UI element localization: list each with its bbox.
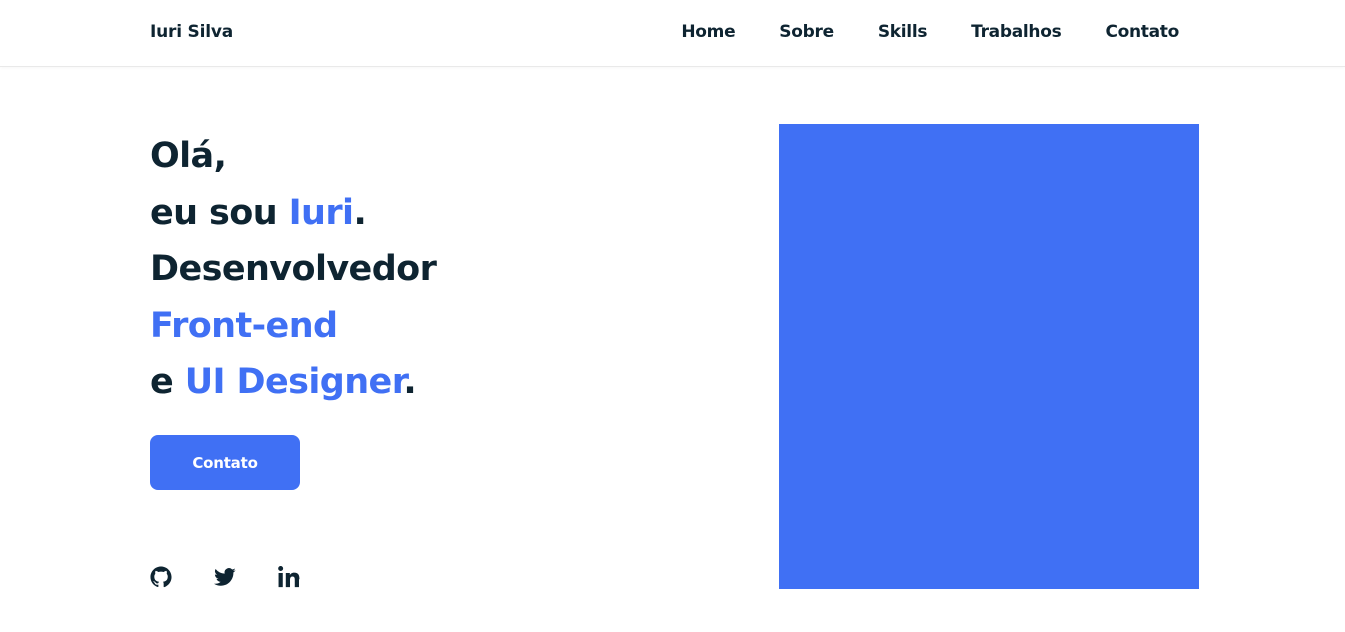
nav-item-trabalhos: Trabalhos	[971, 22, 1062, 42]
hero-intro-suffix: .	[353, 192, 367, 233]
hero-intro-prefix: eu sou	[150, 192, 289, 233]
nav-link-trabalhos[interactable]: Trabalhos	[971, 22, 1062, 42]
hero-greeting: Olá,	[150, 136, 227, 176]
nav-item-home: Home	[681, 22, 735, 42]
nav-item-sobre: Sobre	[779, 22, 834, 42]
site-header: Iuri Silva Home Sobre Skills Trabalhos C…	[0, 0, 1345, 67]
nav-link-skills[interactable]: Skills	[878, 22, 928, 42]
main-nav: Home Sobre Skills Trabalhos Contato	[637, 22, 1179, 42]
github-link[interactable]	[150, 565, 172, 589]
nav-item-skills: Skills	[878, 22, 928, 42]
hero-role-designer: UI Designer	[184, 362, 404, 402]
nav-link-sobre[interactable]: Sobre	[779, 22, 834, 42]
hero-image-placeholder	[779, 124, 1199, 589]
linkedin-icon	[278, 566, 300, 588]
hero-designer-prefix: e	[150, 362, 185, 402]
contact-button[interactable]: Contato	[150, 435, 300, 490]
github-icon	[150, 566, 172, 588]
linkedin-link[interactable]	[278, 565, 300, 589]
nav-link-home[interactable]: Home	[681, 22, 735, 42]
twitter-icon	[214, 568, 236, 586]
hero-role-designer-line: e UI Designer.	[150, 354, 570, 411]
hero-intro-line: eu sou Iuri.	[150, 185, 570, 242]
nav-item-contato: Contato	[1105, 22, 1179, 42]
logo[interactable]: Iuri Silva	[150, 22, 233, 42]
social-links	[150, 565, 300, 589]
twitter-link[interactable]	[214, 565, 236, 589]
hero-role-frontend: Front-end	[150, 305, 338, 346]
nav-link-contato[interactable]: Contato	[1105, 22, 1179, 42]
hero-role-line: Desenvolvedor	[150, 249, 437, 289]
hero-designer-suffix: .	[403, 362, 417, 402]
hero-title: Olá, eu sou Iuri. Desenvolvedor Front-en…	[150, 128, 570, 411]
hero-name: Iuri	[288, 192, 354, 233]
